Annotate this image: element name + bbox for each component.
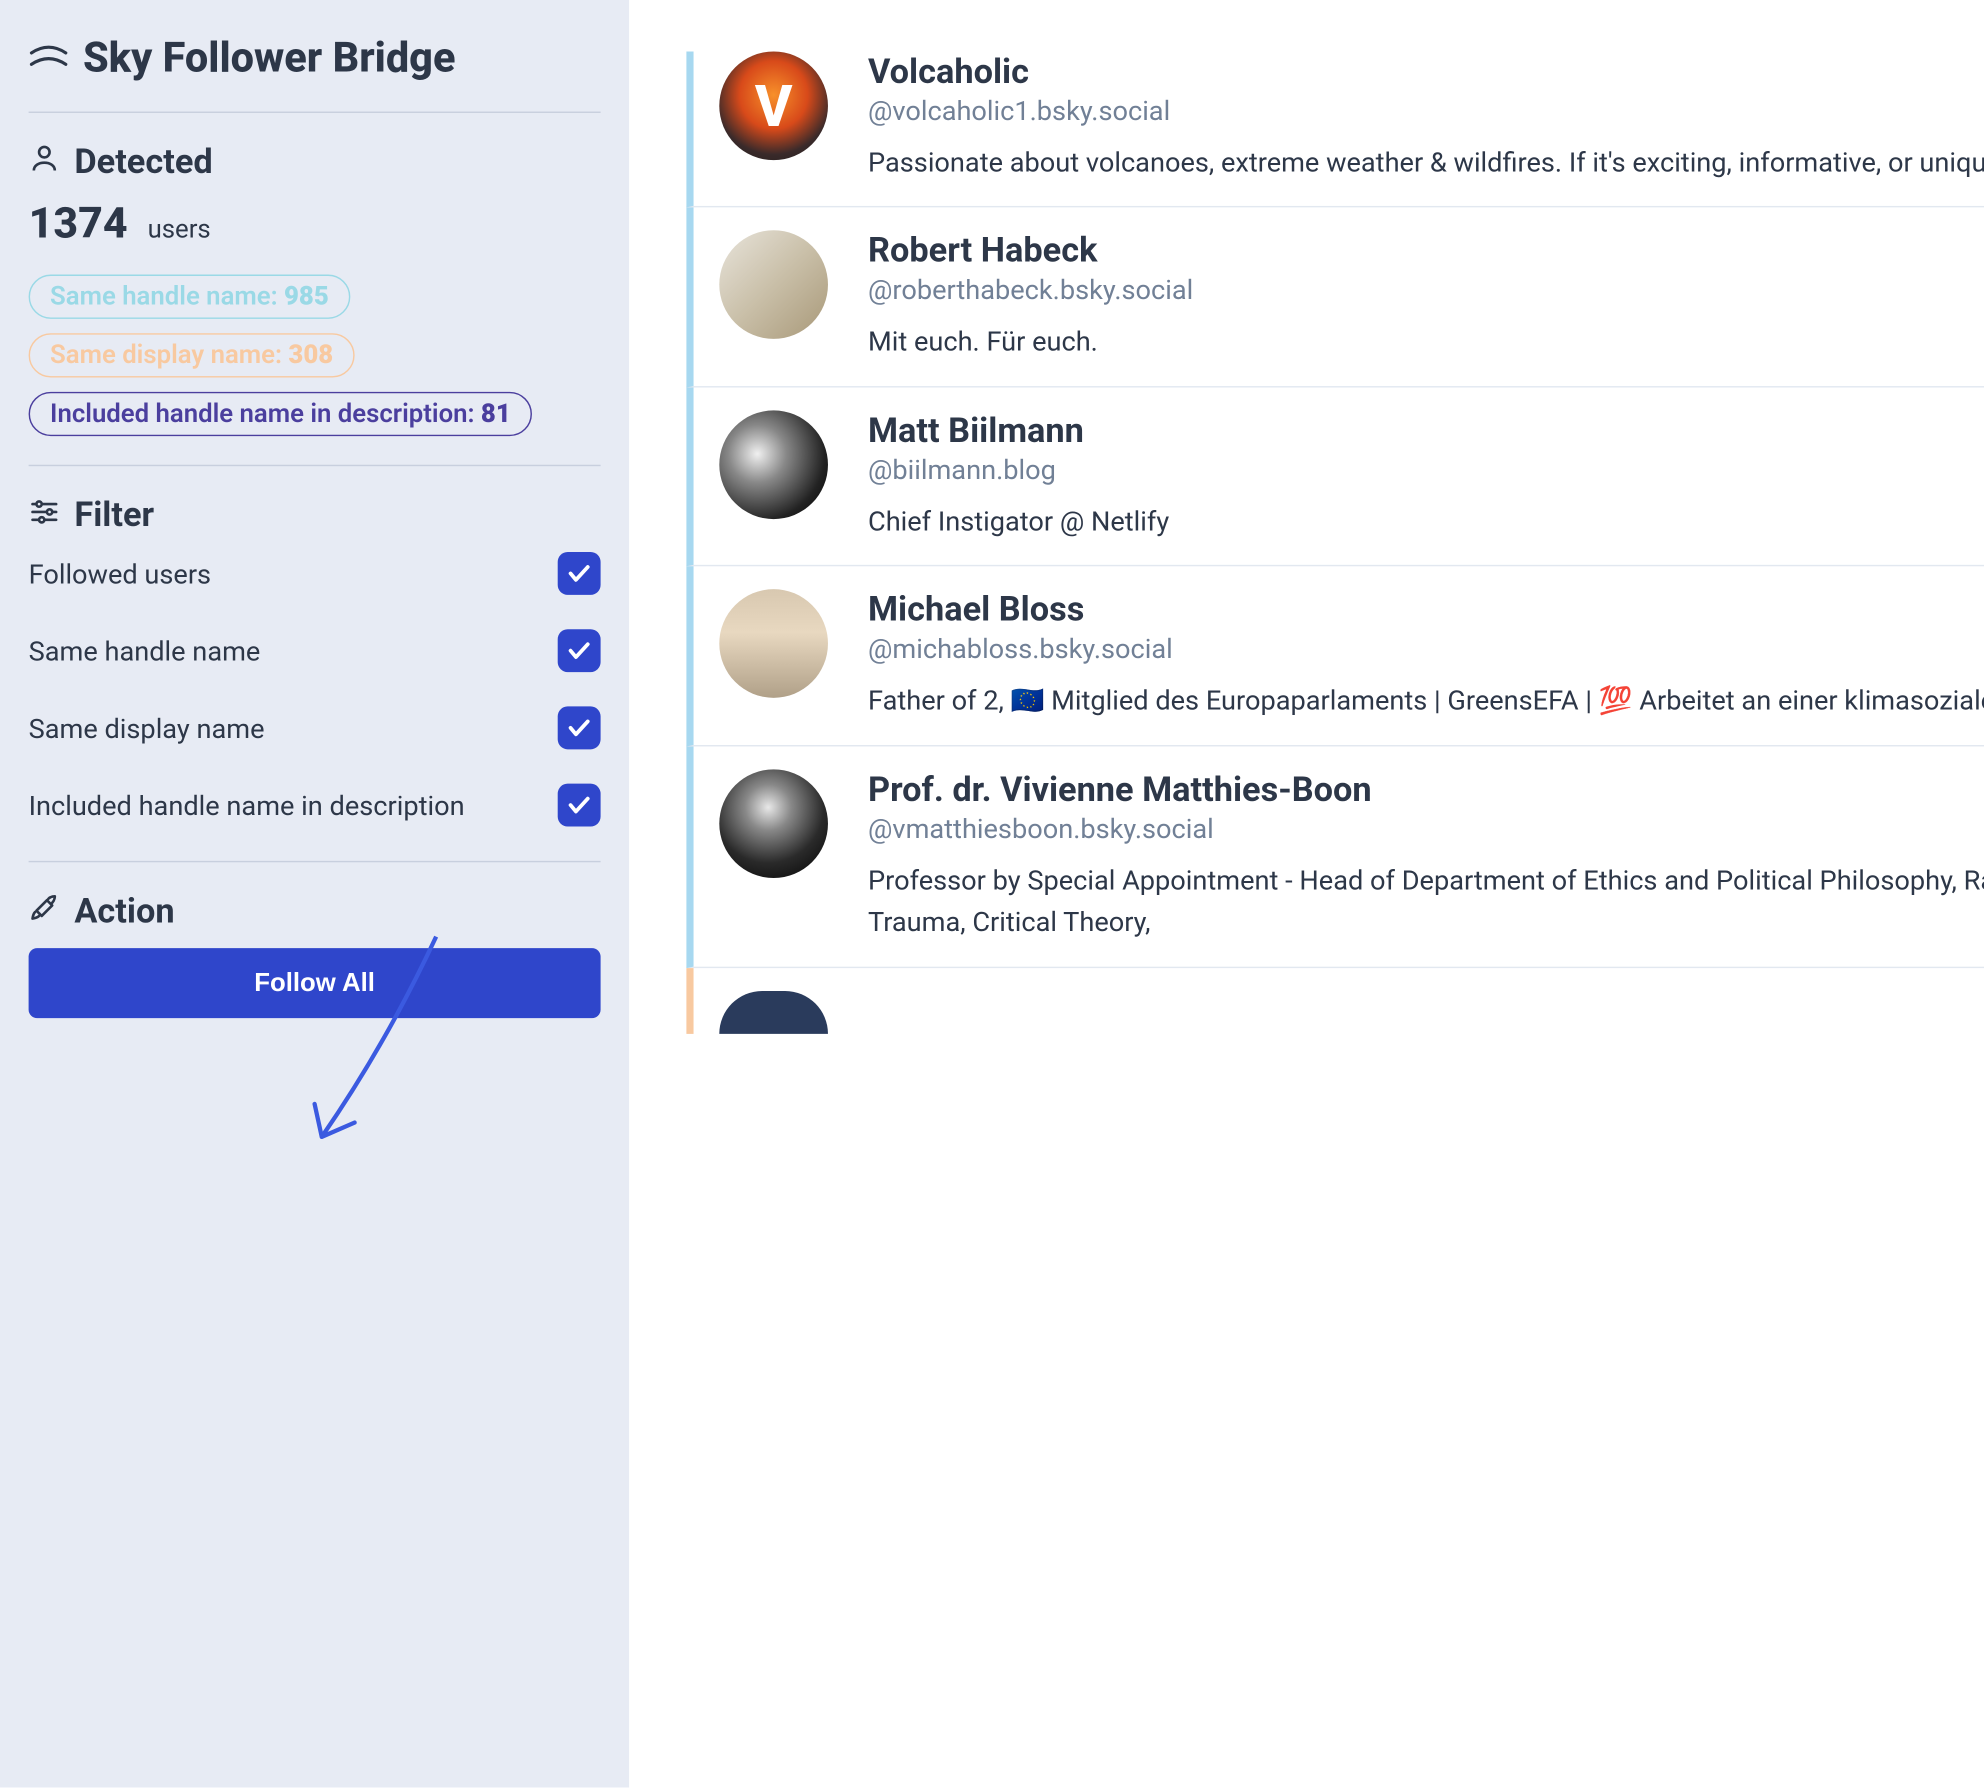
user-card: Michael Bloss@michabloss.bsky.socialFoll… <box>686 567 1984 746</box>
person-icon <box>29 143 60 180</box>
user-body: Michael Bloss@michabloss.bsky.socialFoll… <box>868 590 1984 722</box>
filter-checkbox[interactable] <box>558 706 601 749</box>
user-name[interactable]: Robert Habeck <box>868 231 1193 271</box>
detected-unit: users <box>148 214 211 244</box>
user-list: V Volcaholic@volcaholic1.bsky.socialFollo… <box>686 51 1984 1033</box>
filter-icon <box>29 496 60 533</box>
filter-checkbox[interactable] <box>558 784 601 827</box>
avatar[interactable] <box>719 410 828 519</box>
detected-title: Detected <box>74 142 212 182</box>
sidebar: Sky Follower Bridge Detected 1374 users … <box>0 0 629 1787</box>
avatar <box>719 990 828 1033</box>
filter-list: Followed users Same handle name Same displ… <box>29 552 601 827</box>
filter-label: Included handle name in description <box>29 789 465 822</box>
user-body: Prof. dr. Vivienne Matthies-Boon@vmatthi… <box>868 769 1984 943</box>
filter-checkbox[interactable] <box>558 552 601 595</box>
user-card: V Volcaholic@volcaholic1.bsky.socialFollo… <box>686 51 1984 207</box>
user-name[interactable]: Matt Biilmann <box>868 410 1084 450</box>
avatar[interactable] <box>719 590 828 699</box>
stat-same-display: Same display name: 308 <box>29 333 355 377</box>
main-content: V Volcaholic@volcaholic1.bsky.socialFollo… <box>629 0 1984 1787</box>
divider <box>29 861 601 862</box>
filter-row: Included handle name in description <box>29 784 601 827</box>
user-body: Volcaholic@volcaholic1.bsky.socialFollow… <box>868 51 1984 183</box>
user-name[interactable]: Volcaholic <box>868 51 1170 91</box>
filter-row: Same display name <box>29 706 601 749</box>
detected-count-row: 1374 users <box>29 199 601 249</box>
app-title-row: Sky Follower Bridge <box>29 34 601 83</box>
divider <box>29 112 601 113</box>
user-description: Passionate about volcanoes, extreme weat… <box>868 142 1984 184</box>
user-body: Matt Biilmann@biilmann.blogFollowing on … <box>868 410 1984 542</box>
divider <box>29 465 601 466</box>
avatar[interactable]: V <box>719 51 828 160</box>
filter-label: Same handle name <box>29 634 261 667</box>
user-description: Mit euch. Für euch. <box>868 321 1984 363</box>
user-handle[interactable]: @michabloss.bsky.social <box>868 633 1173 666</box>
user-card: Prof. dr. Vivienne Matthies-Boon@vmatthi… <box>686 746 1984 967</box>
stat-pills: Same handle name: 985 Same display name:… <box>29 275 601 451</box>
filter-row: Followed users <box>29 552 601 595</box>
detected-header: Detected <box>29 142 601 182</box>
user-description: Professor by Special Appointment - Head … <box>868 859 1984 943</box>
user-card-partial <box>686 968 1984 1034</box>
filter-label: Same display name <box>29 711 265 744</box>
user-handle[interactable]: @roberthabeck.bsky.social <box>868 274 1193 307</box>
user-description: Chief Instigator @ Netlify <box>868 500 1984 542</box>
filter-title: Filter <box>74 495 154 535</box>
action-title: Action <box>74 891 174 931</box>
user-body: Robert Habeck@roberthabeck.bsky.socialFo… <box>868 231 1984 363</box>
filter-row: Same handle name <box>29 629 601 672</box>
user-handle[interactable]: @volcaholic1.bsky.social <box>868 94 1170 127</box>
rocket-icon <box>29 892 60 929</box>
user-name[interactable]: Prof. dr. Vivienne Matthies-Boon <box>868 769 1372 809</box>
user-card: Matt Biilmann@biilmann.blogFollowing on … <box>686 387 1984 566</box>
avatar[interactable] <box>719 769 828 878</box>
action-header: Action <box>29 891 601 931</box>
stat-included-handle: Included handle name in description: 81 <box>29 392 533 436</box>
user-handle[interactable]: @vmatthiesboon.bsky.social <box>868 812 1372 845</box>
user-description: Father of 2, 🇪🇺 Mitglied des Europaparla… <box>868 680 1984 722</box>
app-title: Sky Follower Bridge <box>83 34 456 83</box>
user-card: Robert Habeck@roberthabeck.bsky.socialFo… <box>686 208 1984 387</box>
follow-all-button[interactable]: Follow All <box>29 948 601 1018</box>
detected-count: 1374 <box>29 199 128 249</box>
bridge-logo-icon <box>29 44 69 73</box>
filter-label: Followed users <box>29 557 211 590</box>
filter-checkbox[interactable] <box>558 629 601 672</box>
stat-same-handle: Same handle name: 985 <box>29 275 351 319</box>
avatar[interactable] <box>719 231 828 340</box>
filter-header: Filter <box>29 495 601 535</box>
user-name[interactable]: Michael Bloss <box>868 590 1173 630</box>
user-handle[interactable]: @biilmann.blog <box>868 453 1084 486</box>
